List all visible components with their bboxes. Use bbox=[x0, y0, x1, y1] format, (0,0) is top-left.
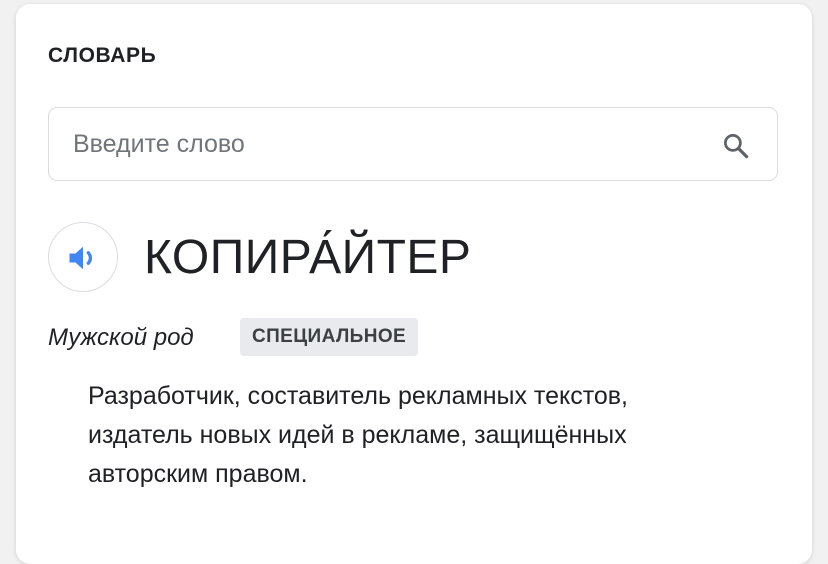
section-title: СЛОВАРЬ bbox=[48, 44, 157, 67]
search-box[interactable] bbox=[48, 107, 778, 181]
search-input[interactable] bbox=[73, 108, 693, 180]
search-icon bbox=[724, 134, 749, 159]
headword: КОПИРА́ЙТЕР bbox=[144, 231, 472, 284]
dictionary-card: СЛОВАРЬ КОПИРА́ЙТЕР Мужской род СПЕЦИАЛЬ… bbox=[16, 4, 812, 564]
definition-text: Разработчик, составитель рекламных текст… bbox=[88, 382, 629, 488]
pronounce-button[interactable] bbox=[48, 222, 118, 292]
usage-label-badge: СПЕЦИАЛЬНОЕ bbox=[240, 318, 419, 356]
speaker-icon bbox=[69, 246, 93, 270]
search-button[interactable] bbox=[721, 131, 751, 161]
gender-label: Мужской род bbox=[48, 324, 194, 351]
